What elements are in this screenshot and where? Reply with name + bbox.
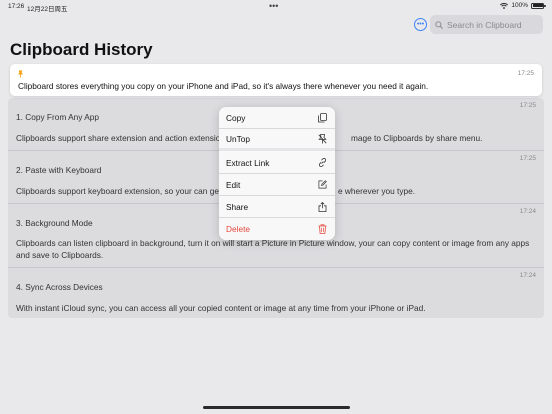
- status-bar: 17:26 12月22日周五 ••• 100%: [0, 0, 552, 14]
- link-icon: [318, 158, 327, 167]
- item-title: 4. Sync Across Devices: [16, 282, 103, 292]
- item-timestamp: 17:25: [519, 155, 536, 162]
- menu-item-copy[interactable]: Copy: [219, 107, 335, 129]
- wifi-icon: [500, 2, 509, 9]
- status-right: 100%: [500, 2, 546, 9]
- list-item[interactable]: 17:24 4. Sync Across Devices With instan…: [8, 268, 544, 318]
- search-input[interactable]: [447, 19, 539, 30]
- battery-fill: [532, 4, 543, 7]
- trash-icon: [318, 224, 327, 234]
- copy-icon: [318, 112, 327, 122]
- item-body: Clipboards can listen clipboard in backg…: [16, 238, 530, 260]
- menu-item-label: UnTop: [226, 133, 250, 144]
- status-date: 12月22日周五: [27, 6, 68, 13]
- menu-item-label: Delete: [226, 224, 250, 234]
- item-title: 2. Paste with Keyboard: [16, 165, 102, 175]
- search-bar[interactable]: [430, 15, 543, 34]
- edit-icon: [318, 180, 327, 189]
- more-options-button[interactable]: •••: [414, 18, 427, 31]
- item-body-left: Clipboards support share extension and a…: [16, 133, 228, 143]
- menu-item-label: Copy: [226, 112, 246, 123]
- item-title: 1. Copy From Any App: [16, 112, 100, 122]
- menu-item-edit[interactable]: Edit: [219, 174, 335, 196]
- menu-item-label: Edit: [226, 179, 241, 190]
- page-title: Clipboard History: [10, 40, 153, 59]
- item-text: Clipboard stores everything you copy on …: [18, 81, 429, 91]
- context-menu: Copy UnTop Extract Link Edit Share Delet…: [219, 107, 335, 240]
- status-time: 17:26: [8, 3, 25, 10]
- menu-item-share[interactable]: Share: [219, 196, 335, 218]
- menu-item-label: Extract Link: [226, 157, 270, 168]
- pin-icon: [17, 70, 24, 78]
- item-body-right: mage to Clipboards by share menu.: [351, 133, 483, 143]
- home-indicator[interactable]: [203, 406, 350, 409]
- item-timestamp: 17:24: [519, 208, 536, 215]
- battery-percent: 100%: [511, 2, 528, 9]
- item-timestamp: 17:25: [517, 70, 534, 77]
- item-title: 3. Background Mode: [16, 218, 93, 228]
- menu-item-untop[interactable]: UnTop: [219, 129, 335, 151]
- pinned-clipboard-item[interactable]: 17:25 Clipboard stores everything you co…: [10, 64, 542, 96]
- item-timestamp: 17:24: [519, 272, 536, 279]
- search-icon: [435, 20, 443, 29]
- share-icon: [318, 201, 327, 212]
- item-body: With instant iCloud sync, you can access…: [16, 303, 426, 313]
- menu-item-extract-link[interactable]: Extract Link: [219, 152, 335, 174]
- unpin-icon: [318, 133, 327, 143]
- item-timestamp: 17:25: [519, 102, 536, 109]
- item-body-right: e wherever you type.: [338, 186, 416, 196]
- battery-icon: [531, 2, 546, 9]
- menu-item-delete[interactable]: Delete: [219, 218, 335, 240]
- menu-item-label: Share: [226, 201, 249, 212]
- multitasking-dots-icon[interactable]: •••: [269, 1, 278, 11]
- ellipsis-circle-icon: •••: [416, 21, 425, 28]
- item-body-left: Clipboards support keyboard extension, s…: [16, 186, 228, 196]
